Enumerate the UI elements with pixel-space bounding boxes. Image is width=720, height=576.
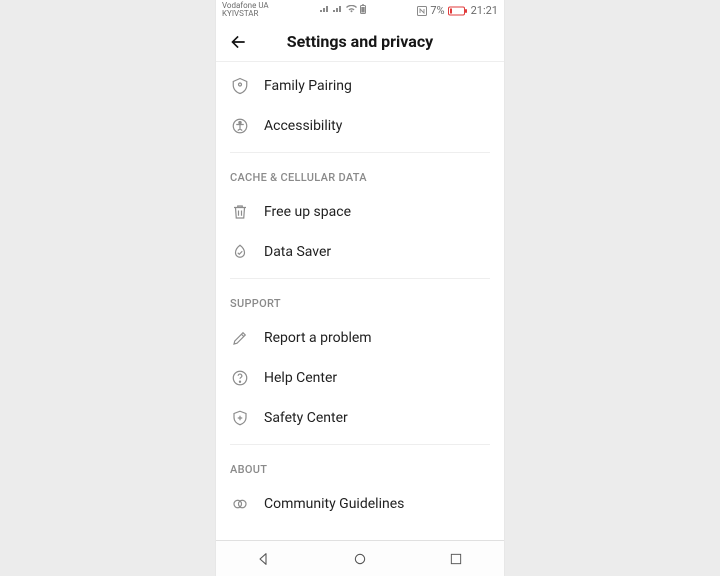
row-label: Report a problem <box>264 330 372 346</box>
system-nav-bar <box>216 540 504 576</box>
wifi-icon <box>346 5 357 13</box>
back-button[interactable] <box>222 26 254 58</box>
phone-frame: Vodafone UA KYIVSTAR 7% <box>216 0 504 576</box>
status-bar: Vodafone UA KYIVSTAR 7% <box>216 0 504 22</box>
row-accessibility[interactable]: Accessibility <box>216 106 504 146</box>
section-support: SUPPORT <box>216 279 504 318</box>
battery-percent: 7% <box>430 4 444 17</box>
section-about: ABOUT <box>216 445 504 484</box>
nfc-icon <box>417 6 427 16</box>
app-bar: Settings and privacy <box>216 22 504 62</box>
carrier-secondary: KYIVSTAR <box>222 10 269 18</box>
nav-back[interactable] <box>244 545 284 573</box>
family-icon <box>230 76 250 96</box>
row-data-saver[interactable]: Data Saver <box>216 232 504 272</box>
row-free-up-space[interactable]: Free up space <box>216 192 504 232</box>
row-report-problem[interactable]: Report a problem <box>216 318 504 358</box>
row-label: Help Center <box>264 370 337 386</box>
clock: 21:21 <box>471 4 498 17</box>
row-label: Community Guidelines <box>264 496 404 512</box>
battery-small-icon <box>360 4 366 14</box>
help-icon <box>230 368 250 388</box>
row-family-pairing[interactable]: Family Pairing <box>216 66 504 106</box>
signal-icon <box>320 5 330 13</box>
battery-icon <box>448 6 468 16</box>
row-label: Safety Center <box>264 410 348 426</box>
trash-icon <box>230 202 250 222</box>
row-help-center[interactable]: Help Center <box>216 358 504 398</box>
arrow-left-icon <box>228 32 248 52</box>
settings-list[interactable]: Family Pairing Accessibility CACHE & CEL… <box>216 62 504 540</box>
accessibility-icon <box>230 116 250 136</box>
row-label: Family Pairing <box>264 78 352 94</box>
pencil-icon <box>230 328 250 348</box>
nav-recent[interactable] <box>436 545 476 573</box>
data-saver-icon <box>230 242 250 262</box>
nav-home[interactable] <box>340 545 380 573</box>
row-label: Accessibility <box>264 118 342 134</box>
guidelines-icon <box>230 494 250 514</box>
signal-icon-2 <box>333 5 343 13</box>
row-label: Data Saver <box>264 244 331 260</box>
row-label: Free up space <box>264 204 351 220</box>
section-cache: CACHE & CELLULAR DATA <box>216 153 504 192</box>
row-safety-center[interactable]: Safety Center <box>216 398 504 438</box>
row-cutoff[interactable] <box>216 524 504 540</box>
row-community-guidelines[interactable]: Community Guidelines <box>216 484 504 524</box>
shield-icon <box>230 408 250 428</box>
page-title: Settings and privacy <box>216 32 504 51</box>
